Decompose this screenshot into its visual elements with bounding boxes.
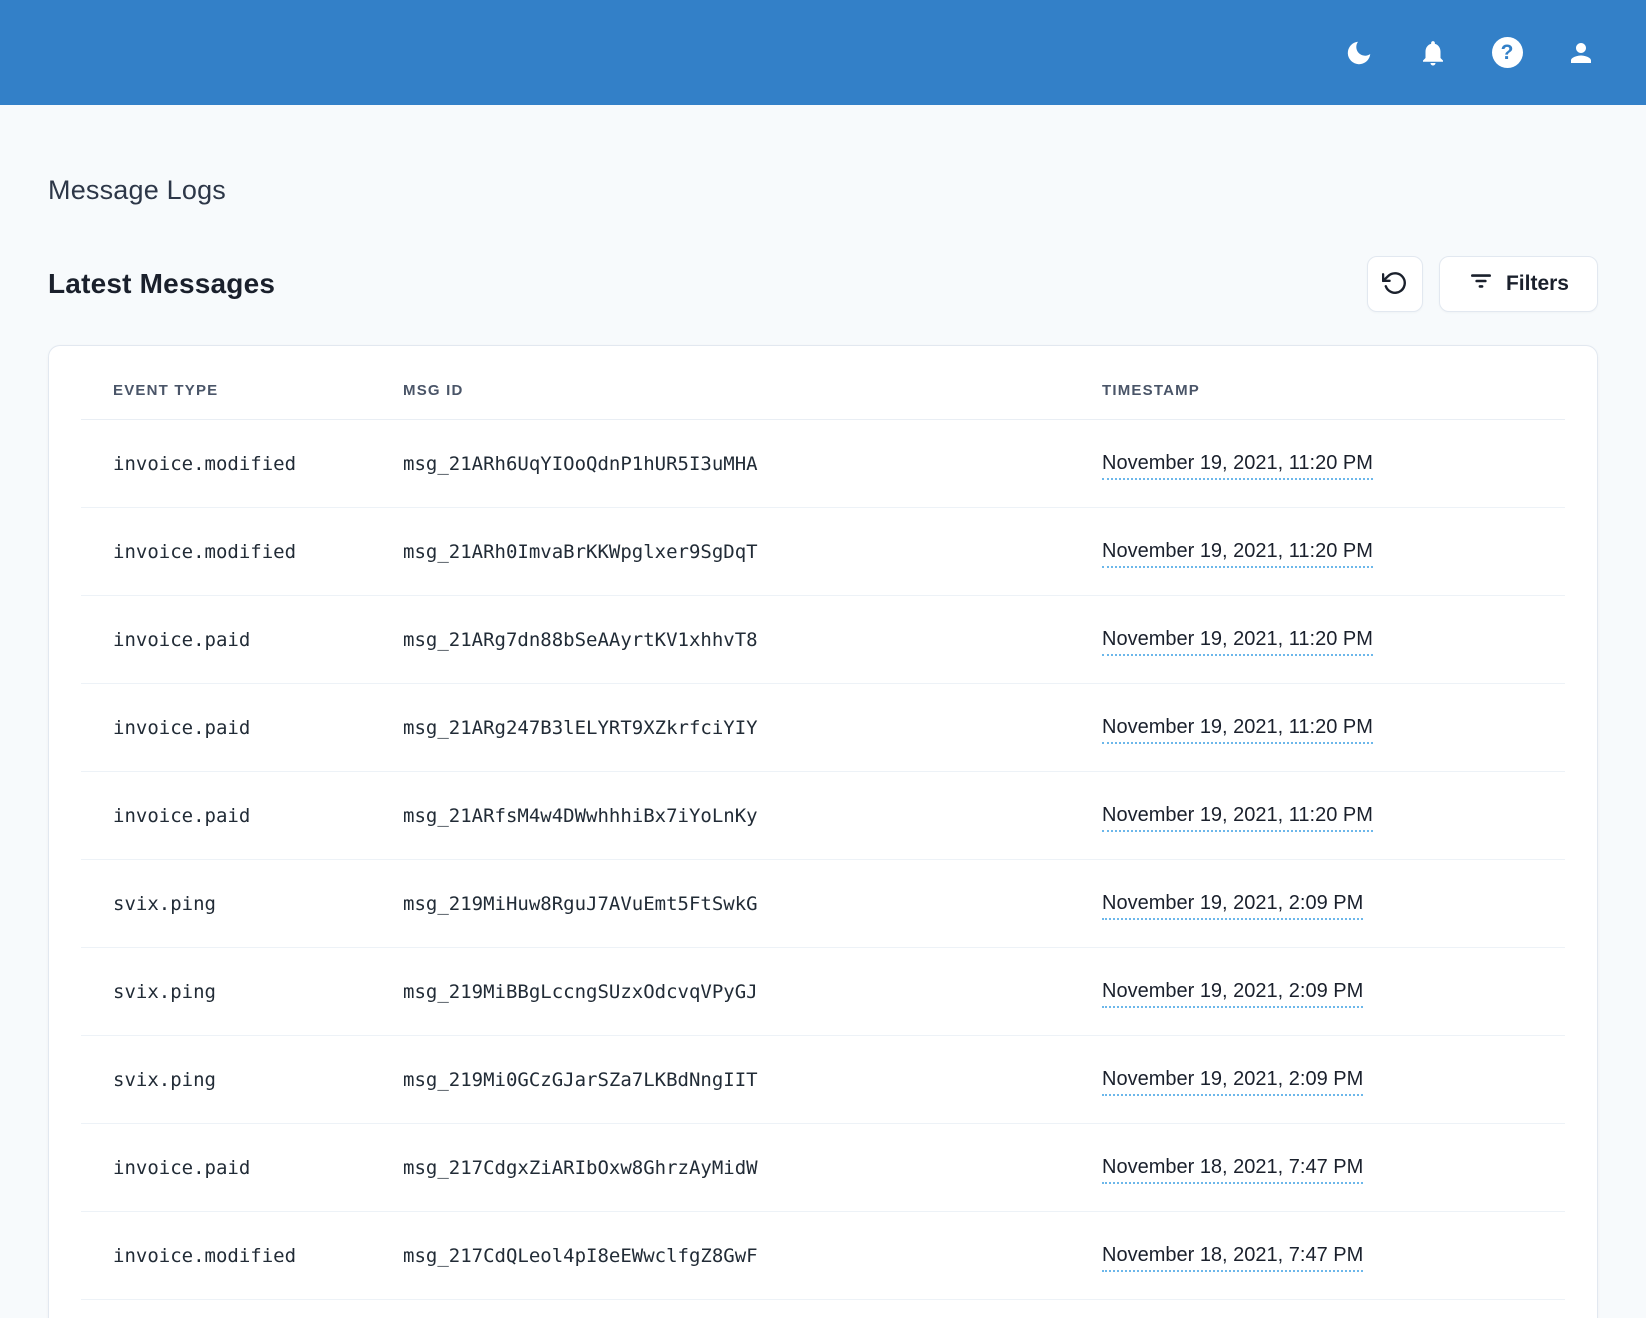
column-header-timestamp: Timestamp <box>1102 346 1565 420</box>
event-type-cell: invoice.paid <box>81 684 403 772</box>
filters-button[interactable]: Filters <box>1439 256 1598 312</box>
column-header-msg-id: Msg ID <box>403 346 1102 420</box>
event-type-cell: invoice.modified <box>81 508 403 596</box>
message-table-body: invoice.modified msg_21ARh6UqYIOoQdnP1hU… <box>81 420 1565 1300</box>
timestamp-value[interactable]: November 19, 2021, 11:20 PM <box>1102 804 1373 832</box>
msg-id-cell: msg_219MiBBgLccngSUzxOdcvqVPyGJ <box>403 948 1102 1036</box>
user-icon[interactable] <box>1564 36 1598 70</box>
msg-id-cell: msg_21ARg247B3lELYRT9XZkrfciYIY <box>403 684 1102 772</box>
help-glyph: ? <box>1492 37 1523 68</box>
msg-id-cell: msg_217CdQLeol4pI8eEWwclfgZ8GwF <box>403 1212 1102 1300</box>
table-row[interactable]: invoice.paid msg_21ARfsM4w4DWwhhhiBx7iYo… <box>81 772 1565 860</box>
timestamp-cell: November 19, 2021, 11:20 PM <box>1102 508 1565 596</box>
timestamp-cell: November 19, 2021, 2:09 PM <box>1102 948 1565 1036</box>
event-type-cell: invoice.paid <box>81 1124 403 1212</box>
msg-id-cell: msg_21ARfsM4w4DWwhhhiBx7iYoLnKy <box>403 772 1102 860</box>
event-type-cell: svix.ping <box>81 860 403 948</box>
timestamp-cell: November 19, 2021, 11:20 PM <box>1102 420 1565 508</box>
msg-id-cell: msg_21ARh6UqYIOoQdnP1hUR5I3uMHA <box>403 420 1102 508</box>
table-row[interactable]: svix.ping msg_219Mi0GCzGJarSZa7LKBdNngII… <box>81 1036 1565 1124</box>
messages-table: Event Type Msg ID Timestamp invoice.modi… <box>81 346 1565 1300</box>
event-type-cell: invoice.modified <box>81 420 403 508</box>
timestamp-cell: November 19, 2021, 11:20 PM <box>1102 684 1565 772</box>
table-row[interactable]: invoice.modified msg_21ARh6UqYIOoQdnP1hU… <box>81 420 1565 508</box>
refresh-icon <box>1382 270 1408 299</box>
timestamp-value[interactable]: November 19, 2021, 2:09 PM <box>1102 892 1363 920</box>
event-type-cell: svix.ping <box>81 948 403 1036</box>
table-row[interactable]: invoice.paid msg_217CdgxZiARIbOxw8GhrzAy… <box>81 1124 1565 1212</box>
filter-lines-icon <box>1468 268 1494 300</box>
page-title: Message Logs <box>48 175 1598 206</box>
table-row[interactable]: invoice.modified msg_21ARh0ImvaBrKKWpglx… <box>81 508 1565 596</box>
msg-id-cell: msg_219Mi0GCzGJarSZa7LKBdNngIIT <box>403 1036 1102 1124</box>
msg-id-cell: msg_21ARg7dn88bSeAAyrtKV1xhhvT8 <box>403 596 1102 684</box>
timestamp-value[interactable]: November 19, 2021, 11:20 PM <box>1102 628 1373 656</box>
timestamp-value[interactable]: November 19, 2021, 2:09 PM <box>1102 1068 1363 1096</box>
bell-icon[interactable] <box>1416 36 1450 70</box>
main-content: Message Logs Latest Messages <box>0 175 1646 1318</box>
table-controls: Filters <box>1367 256 1598 312</box>
timestamp-value[interactable]: November 18, 2021, 7:47 PM <box>1102 1156 1363 1184</box>
timestamp-cell: November 19, 2021, 2:09 PM <box>1102 1036 1565 1124</box>
timestamp-value[interactable]: November 19, 2021, 11:20 PM <box>1102 452 1373 480</box>
msg-id-cell: msg_217CdgxZiARIbOxw8GhrzAyMidW <box>403 1124 1102 1212</box>
timestamp-cell: November 19, 2021, 11:20 PM <box>1102 772 1565 860</box>
column-header-event-type: Event Type <box>81 346 403 420</box>
timestamp-cell: November 18, 2021, 7:47 PM <box>1102 1212 1565 1300</box>
table-row[interactable]: invoice.paid msg_21ARg7dn88bSeAAyrtKV1xh… <box>81 596 1565 684</box>
table-row[interactable]: svix.ping msg_219MiBBgLccngSUzxOdcvqVPyG… <box>81 948 1565 1036</box>
event-type-cell: invoice.modified <box>81 1212 403 1300</box>
topbar: ? <box>0 0 1646 105</box>
timestamp-value[interactable]: November 19, 2021, 11:20 PM <box>1102 716 1373 744</box>
table-row[interactable]: invoice.paid msg_21ARg247B3lELYRT9XZkrfc… <box>81 684 1565 772</box>
msg-id-cell: msg_21ARh0ImvaBrKKWpglxer9SgDqT <box>403 508 1102 596</box>
timestamp-cell: November 19, 2021, 2:09 PM <box>1102 860 1565 948</box>
timestamp-value[interactable]: November 19, 2021, 11:20 PM <box>1102 540 1373 568</box>
table-header-row: Event Type Msg ID Timestamp <box>81 346 1565 420</box>
refresh-button[interactable] <box>1367 256 1423 312</box>
section-title: Latest Messages <box>48 268 275 300</box>
timestamp-cell: November 19, 2021, 11:20 PM <box>1102 596 1565 684</box>
msg-id-cell: msg_219MiHuw8RguJ7AVuEmt5FtSwkG <box>403 860 1102 948</box>
section-header: Latest Messages Filte <box>48 256 1598 312</box>
table-row[interactable]: svix.ping msg_219MiHuw8RguJ7AVuEmt5FtSwk… <box>81 860 1565 948</box>
event-type-cell: svix.ping <box>81 1036 403 1124</box>
help-icon[interactable]: ? <box>1490 36 1524 70</box>
timestamp-value[interactable]: November 18, 2021, 7:47 PM <box>1102 1244 1363 1272</box>
event-type-cell: invoice.paid <box>81 772 403 860</box>
table-row[interactable]: invoice.modified msg_217CdQLeol4pI8eEWwc… <box>81 1212 1565 1300</box>
messages-card: Event Type Msg ID Timestamp invoice.modi… <box>48 345 1598 1318</box>
timestamp-value[interactable]: November 19, 2021, 2:09 PM <box>1102 980 1363 1008</box>
event-type-cell: invoice.paid <box>81 596 403 684</box>
moon-icon[interactable] <box>1342 36 1376 70</box>
timestamp-cell: November 18, 2021, 7:47 PM <box>1102 1124 1565 1212</box>
filters-button-label: Filters <box>1506 272 1569 296</box>
